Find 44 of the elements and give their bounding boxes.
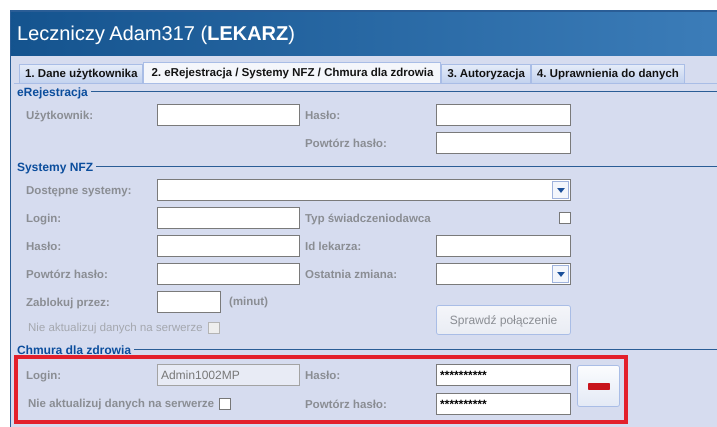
input-field[interactable] — [436, 132, 571, 154]
tab[interactable]: 2. eRejestracja / Systemy NFZ / Chmura dla zdrowia — [143, 62, 442, 83]
field-label: Powtórz hasło: — [305, 138, 387, 150]
checkbox[interactable] — [559, 212, 571, 224]
input-field[interactable] — [436, 104, 571, 126]
checkbox[interactable] — [219, 398, 231, 410]
dropdown-field[interactable] — [157, 179, 571, 201]
dropdown-arrow-icon — [556, 188, 564, 192]
field-label: Login: — [26, 213, 62, 225]
minus-icon — [588, 382, 610, 390]
field-label: Użytkownik: — [26, 110, 94, 122]
field-label: Dostępne systemy: — [26, 185, 132, 197]
field-label: Zablokuj przez: — [26, 297, 110, 309]
section-title: Systemy NFZ — [17, 160, 94, 174]
checkbox-label: Nie aktualizuj danych na serwerze — [28, 397, 214, 411]
window-title: Leczniczy Adam317 (LEKARZ) — [17, 22, 295, 46]
field-label: Hasło: — [305, 370, 340, 382]
input-field[interactable] — [157, 291, 221, 313]
input-field[interactable]: Admin1002MP — [157, 364, 300, 386]
dropdown-arrow-icon — [556, 272, 564, 276]
field-label: Id lekarza: — [305, 241, 362, 253]
field-label: Typ świadczeniodawca — [305, 213, 431, 225]
tab[interactable]: 3. Autoryzacja — [441, 64, 531, 83]
input-field[interactable]: ********** — [436, 393, 571, 415]
input-field[interactable] — [157, 263, 300, 285]
unit-label: (minut) — [229, 295, 268, 309]
field-label: Login: — [26, 370, 62, 382]
dropdown-field[interactable] — [436, 263, 571, 285]
input-field[interactable] — [157, 104, 300, 126]
field-label: Powtórz hasło: — [305, 399, 387, 411]
section-title: eRejestracja — [17, 84, 88, 98]
field-label: Ostatnia zmiana: — [305, 269, 398, 281]
input-field[interactable] — [157, 235, 300, 257]
input-field[interactable]: ********** — [436, 364, 571, 386]
remove-button[interactable] — [577, 365, 620, 407]
field-label: Hasło: — [26, 241, 62, 253]
section-title: Chmura dla zdrowia — [17, 342, 132, 356]
checkbox-label: Nie aktualizuj danych na serwerze — [28, 321, 203, 335]
tab[interactable]: 4. Uprawnienia do danych — [530, 64, 685, 83]
field-label: Hasło: — [305, 110, 340, 122]
tab[interactable]: 1. Dane użytkownika — [19, 64, 144, 83]
field-label: Powtórz hasło: — [26, 269, 108, 281]
input-field[interactable] — [436, 235, 571, 257]
input-field[interactable] — [157, 207, 300, 229]
